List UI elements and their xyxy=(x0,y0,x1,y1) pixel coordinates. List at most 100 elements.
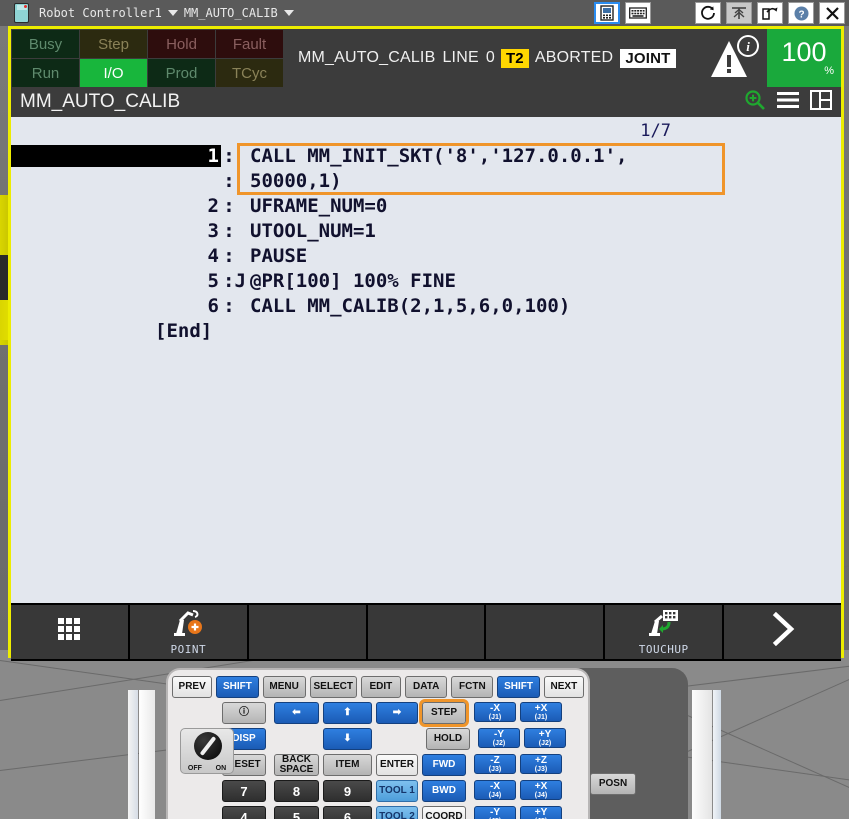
key-edit[interactable]: EDIT xyxy=(360,676,402,698)
line-text: PAUSE xyxy=(250,244,308,267)
line-separator: : xyxy=(223,169,235,192)
key-5[interactable]: 5 xyxy=(274,806,319,819)
key-enter[interactable]: ENTER xyxy=(376,754,418,776)
teach-pendant-view-button[interactable] xyxy=(594,2,620,24)
program-dropdown-chevron-icon[interactable] xyxy=(283,10,294,16)
key-arrow-left[interactable]: ⬅ xyxy=(274,702,319,724)
key-backspace[interactable]: BACK SPACE xyxy=(274,754,319,776)
line-number: 6 xyxy=(207,294,219,317)
key-coord[interactable]: COORD xyxy=(422,806,466,819)
antenna-button[interactable] xyxy=(726,2,752,24)
key-bwd[interactable]: BWD xyxy=(422,780,466,802)
refresh-button[interactable] xyxy=(695,2,721,24)
line-text: CALL MM_CALIB(2,1,5,6,0,100) xyxy=(250,294,571,317)
key-posn[interactable]: POSN xyxy=(590,773,636,795)
fkey-blank-1[interactable] xyxy=(248,605,366,659)
key-8[interactable]: 8 xyxy=(274,780,319,802)
teach-pendant-icon xyxy=(14,3,29,23)
key-info[interactable]: ⓘ xyxy=(222,702,266,724)
key-arrow-up[interactable]: ⬆ xyxy=(323,702,372,724)
key-6[interactable]: 6 xyxy=(323,806,372,819)
robot-touchup-icon xyxy=(647,608,681,641)
code-line[interactable]: 2 : UFRAME_NUM=0 xyxy=(11,193,841,218)
fkey-grid[interactable] xyxy=(11,605,128,659)
key-tool-2[interactable]: TOOL 2 xyxy=(376,806,418,819)
knob-on-label: ON xyxy=(215,765,227,772)
page-indicator: 1/7 xyxy=(640,121,671,141)
pendant-edge-left-2 xyxy=(139,690,155,819)
device-dropdown-chevron-icon[interactable] xyxy=(167,10,178,16)
function-key-bar: POINT TOUCHUP xyxy=(11,603,842,661)
export-button[interactable] xyxy=(757,2,783,24)
key-prev[interactable]: PREV xyxy=(172,676,213,698)
menu-icon[interactable] xyxy=(777,91,799,114)
key-select[interactable]: SELECT xyxy=(309,676,357,698)
jog-key-neg-y-j2[interactable]: -Y (J2) xyxy=(478,728,520,748)
jog-label: -X xyxy=(490,780,500,792)
titlebar-program-name: MM_AUTO_CALIB xyxy=(183,6,278,20)
status-led-hold: Hold xyxy=(148,30,215,58)
key-9[interactable]: 9 xyxy=(323,780,372,802)
key-tool-1[interactable]: TOOL 1 xyxy=(376,780,418,802)
jog-key-pos-z-j3[interactable]: +Z (J3) xyxy=(520,754,562,774)
key-menu[interactable]: MENU xyxy=(262,676,306,698)
line-number: 3 xyxy=(207,219,219,242)
knob-off-label: OFF xyxy=(187,765,202,772)
jog-key-pos-y-j2[interactable]: +Y (J2) xyxy=(524,728,566,748)
zoom-in-icon[interactable] xyxy=(744,89,766,116)
key-7[interactable]: 7 xyxy=(222,780,266,802)
key-arrow-down[interactable]: ⬇ xyxy=(323,728,372,750)
jog-key-pos-y-j5[interactable]: +Y (J5) xyxy=(520,806,562,819)
keypad-row-2: ⓘ ⬅ ⬆ ➡ STEP -X (J1) +X (J1) xyxy=(172,699,584,727)
on-off-switch[interactable]: OFF ON xyxy=(180,728,234,774)
warning-info-icon[interactable]: i xyxy=(705,29,767,87)
fkey-blank-2[interactable] xyxy=(367,605,485,659)
fkey-touchup[interactable]: TOUCHUP xyxy=(605,605,723,659)
jog-key-neg-x-j1[interactable]: -X (J1) xyxy=(474,702,516,722)
fkey-point[interactable]: POINT xyxy=(129,605,247,659)
fkey-blank-3[interactable] xyxy=(486,605,604,659)
status-message: MM_AUTO_CALIB LINE 0 T2 ABORTED JOINT xyxy=(284,29,705,87)
key-step[interactable]: STEP xyxy=(419,699,469,727)
jog-key-neg-x-j4[interactable]: -X (J4) xyxy=(474,780,516,800)
program-editor[interactable]: 1/7 1 : CALL MM_INIT_SKT('8','127.0.0.1'… xyxy=(11,117,841,603)
jog-key-pos-x-j1[interactable]: +X (J1) xyxy=(520,702,562,722)
close-button[interactable] xyxy=(819,2,845,24)
line-text: CALL MM_INIT_SKT('8','127.0.0.1', xyxy=(250,144,628,167)
speed-override-indicator[interactable]: 100 % xyxy=(767,29,841,87)
jog-key-pos-x-j4[interactable]: +X (J4) xyxy=(520,780,562,800)
code-line[interactable]: 1 : CALL MM_INIT_SKT('8','127.0.0.1', xyxy=(11,143,841,168)
status-program-name: MM_AUTO_CALIB xyxy=(298,49,436,66)
svg-text:i: i xyxy=(746,39,750,54)
key-fctn[interactable]: FCTN xyxy=(451,676,494,698)
jog-key-neg-y-j5[interactable]: -Y (J5) xyxy=(474,806,516,819)
fkey-next[interactable] xyxy=(724,605,842,659)
code-line[interactable]: 4 : PAUSE xyxy=(11,243,841,268)
key-4[interactable]: 4 xyxy=(222,806,266,819)
code-line[interactable]: : 50000,1) xyxy=(11,168,841,193)
split-view-icon[interactable] xyxy=(810,89,832,115)
grid-icon xyxy=(56,616,82,647)
line-separator: : xyxy=(223,219,235,242)
line-number: 4 xyxy=(207,244,219,267)
key-hold[interactable]: HOLD xyxy=(426,728,470,750)
jog-key-neg-z-j3[interactable]: -Z (J3) xyxy=(474,754,516,774)
line-separator: :J xyxy=(223,269,246,292)
jog-label: +Z xyxy=(535,754,547,766)
code-line[interactable]: 3 : UTOOL_NUM=1 xyxy=(11,218,841,243)
key-next[interactable]: NEXT xyxy=(543,676,585,698)
key-data[interactable]: DATA xyxy=(405,676,448,698)
help-button[interactable]: ? xyxy=(788,2,814,24)
jog-sublabel: (J1) xyxy=(534,713,548,721)
code-line[interactable]: 5 :J @PR[100] 100% FINE xyxy=(11,268,841,293)
key-arrow-right[interactable]: ➡ xyxy=(376,702,418,724)
line-separator: : xyxy=(223,294,235,317)
status-led-grid: Busy Step Hold Fault Run I/O Prod TCyc xyxy=(11,29,284,87)
titlebar-device-name: Robot Controller1 xyxy=(39,6,162,20)
keyboard-button[interactable] xyxy=(625,2,651,24)
code-line[interactable]: 6 : CALL MM_CALIB(2,1,5,6,0,100) xyxy=(11,293,841,318)
key-item[interactable]: ITEM xyxy=(323,754,372,776)
key-fwd[interactable]: FWD xyxy=(422,754,466,776)
key-shift-right[interactable]: SHIFT xyxy=(497,676,540,698)
key-shift-left[interactable]: SHIFT xyxy=(216,676,259,698)
